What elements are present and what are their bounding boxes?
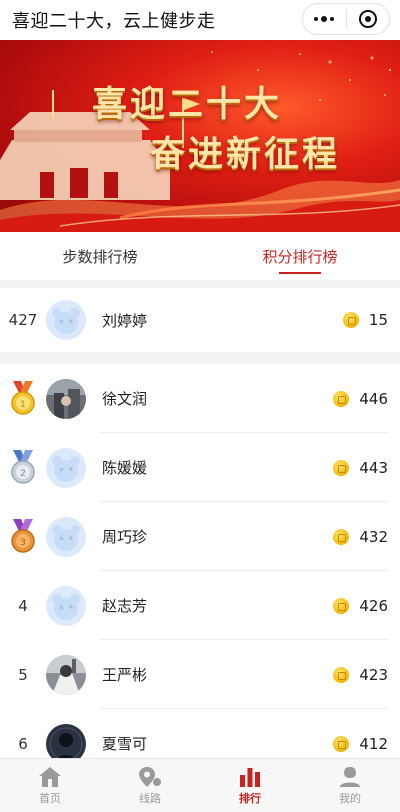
list-item[interactable]: 5 王严彬 423 [0,640,400,709]
rank-number: 6 [18,734,28,753]
avatar [46,654,86,695]
user-name: 周巧珍 [102,528,148,546]
banner-headline-2: 奋进新征程 [150,134,341,175]
avatar [46,723,86,758]
avatar [46,378,86,419]
rank-number: 4 [18,596,28,615]
close-button[interactable] [347,4,390,34]
user-score: 423 [333,666,388,684]
avatar [46,516,86,557]
list-item[interactable]: 3 周巧珍 432 [0,502,400,571]
nav-label-home: 首页 [39,791,61,805]
nav-label-route: 线路 [139,791,161,805]
more-button[interactable] [303,4,346,34]
user-score: 426 [333,597,388,615]
user-score: 412 [333,735,388,753]
leaderboard-list: 1 徐文润 446 2 陈媛媛 443 3 周巧珍 432 4 赵志芳 426 … [0,364,400,758]
user-name: 赵志芳 [102,597,148,615]
mini-program-capsule [302,3,390,35]
user-score: 443 [333,459,388,477]
svg-text:1: 1 [20,400,26,410]
user-score: 432 [333,528,388,546]
svg-text:2: 2 [20,469,26,479]
route-icon [139,766,161,787]
coin-icon [333,459,350,476]
home-icon [39,766,61,787]
target-close-icon [358,10,377,28]
score-value: 432 [359,527,388,546]
top-bar: 喜迎二十大，云上健步走 [0,0,400,40]
my-ranking-row: 427 刘婷婷 15 [0,288,400,352]
rank-number: 5 [18,665,28,684]
nav-item-home[interactable]: 首页 [0,759,100,812]
list-item[interactable]: 2 陈媛媛 443 [0,433,400,502]
default-avatar-icon [46,300,86,340]
bronze-medal-icon: 3 [0,518,46,555]
user-name: 陈媛媛 [102,459,148,477]
user-name: 夏雪可 [102,735,148,753]
list-item[interactable]: 6 夏雪可 412 [0,709,400,758]
nav-label-mine: 我的 [339,791,361,805]
score-value: 412 [359,734,388,753]
score-value: 443 [359,458,388,477]
banner-headline-1: 喜迎二十大 [92,84,283,125]
more-dots-icon [314,16,335,22]
coin-icon [333,390,350,407]
avatar [46,447,86,488]
coin-icon [333,597,350,614]
nav-item-route[interactable]: 线路 [100,759,200,812]
my-rank: 427 [8,311,38,329]
ranking-tabs: 步数排行榜 积分排行榜 [0,232,400,280]
user-name: 徐文润 [102,390,148,408]
tab-points-ranking[interactable]: 积分排行榜 [200,232,400,280]
ranking-bars-icon [240,767,260,787]
coin-icon [333,666,350,683]
gold-medal-icon: 1 [0,380,46,417]
score-value: 446 [359,389,388,408]
svg-text:3: 3 [20,538,26,548]
score-value: 423 [359,665,388,684]
list-item[interactable]: 1 徐文润 446 [0,364,400,433]
nav-label-ranking: 排行 [239,791,261,805]
tab-step-ranking[interactable]: 步数排行榜 [0,232,200,280]
user-icon [340,766,360,787]
my-score: 15 [342,311,388,329]
coin-icon [333,528,350,545]
nav-item-ranking[interactable]: 排行 [200,759,300,812]
coin-icon [342,312,359,328]
app-title: 喜迎二十大，云上健步走 [12,11,216,32]
coin-icon [333,735,350,752]
my-name: 刘婷婷 [102,311,148,330]
bottom-nav: 首页 线路 排行 我的 [0,758,400,812]
banner: 喜迎二十大 奋进新征程 [0,40,400,232]
my-score-value: 15 [368,311,388,329]
avatar [46,300,86,340]
silver-medal-icon: 2 [0,449,46,486]
avatar [46,585,86,626]
score-value: 426 [359,596,388,615]
user-name: 王严彬 [102,666,148,684]
user-score: 446 [333,390,388,408]
nav-item-mine[interactable]: 我的 [300,759,400,812]
list-item[interactable]: 4 赵志芳 426 [0,571,400,640]
